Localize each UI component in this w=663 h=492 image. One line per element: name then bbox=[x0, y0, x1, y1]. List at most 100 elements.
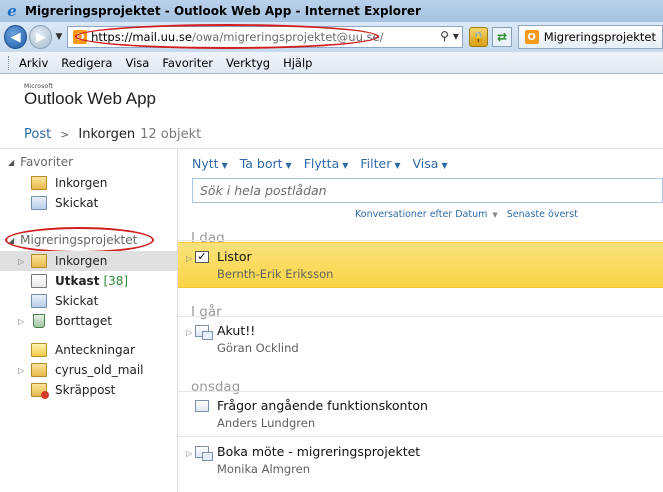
tab-label: Migreringsprojektet bbox=[543, 30, 656, 44]
sent-folder-icon bbox=[31, 294, 47, 308]
window-title: Migreringsprojektet - Outlook Web App - … bbox=[25, 4, 421, 18]
chevron-down-icon[interactable]: ▼ bbox=[492, 211, 497, 219]
mail-toolbar: Nytt ▼ Ta bort ▼ Flytta ▼ Filter ▼ Visa ▼ bbox=[192, 154, 460, 172]
message-sender: Bernth-Erik Eriksson bbox=[217, 267, 334, 281]
browser-window: e Migreringsprojektet - Outlook Web App … bbox=[0, 0, 663, 492]
inbox-folder-icon bbox=[31, 176, 47, 190]
folder-deleted[interactable]: ▷ Borttaget bbox=[0, 311, 177, 331]
folder-drafts[interactable]: Utkast [38] bbox=[0, 271, 177, 291]
browser-tab[interactable]: O Migreringsprojektet bbox=[517, 25, 663, 49]
url-host: https://mail.uu.se bbox=[91, 30, 192, 44]
chevron-down-icon: ▼ bbox=[285, 160, 292, 170]
title-bar: e Migreringsprojektet - Outlook Web App … bbox=[0, 0, 663, 22]
search-icon[interactable]: ⚲ bbox=[440, 29, 449, 43]
lock-icon[interactable]: 🔒 bbox=[468, 27, 489, 47]
favorites-header[interactable]: ◢ Favoriter bbox=[8, 155, 73, 169]
chevron-down-icon: ▼ bbox=[441, 160, 448, 170]
menu-visa[interactable]: Visa bbox=[125, 56, 149, 70]
folder-label: Inkorgen bbox=[55, 254, 108, 268]
trash-icon bbox=[33, 314, 45, 328]
mailbox-title: Migreringsprojektet bbox=[20, 233, 138, 247]
expand-icon[interactable]: ▷ bbox=[18, 317, 24, 326]
expand-icon[interactable]: ▷ bbox=[186, 449, 192, 458]
folder-label: Anteckningar bbox=[55, 343, 135, 357]
envelope-icon bbox=[195, 400, 209, 412]
message-row[interactable]: ▷ Akut!! Göran Ocklind bbox=[178, 317, 663, 363]
sort-order-link[interactable]: Senaste överst bbox=[507, 209, 578, 220]
mailbox-header[interactable]: ◢ Migreringsprojektet bbox=[8, 233, 137, 247]
delete-button[interactable]: Ta bort ▼ bbox=[240, 156, 292, 171]
view-button[interactable]: Visa ▼ bbox=[413, 156, 448, 171]
message-row[interactable]: Frågor angående funktionskonton Anders L… bbox=[178, 392, 663, 438]
forward-button[interactable]: ▶ bbox=[29, 25, 53, 49]
site-favicon-icon: O bbox=[73, 30, 88, 44]
chevron-down-icon[interactable]: ▾ bbox=[453, 29, 459, 43]
sort-bar: Konversationer efter Datum ▼ Senaste öve… bbox=[355, 209, 578, 220]
new-button[interactable]: Nytt ▼ bbox=[192, 156, 228, 171]
message-subject: Boka möte - migreringsprojektet bbox=[217, 444, 421, 459]
folder-sent[interactable]: Skickat bbox=[0, 291, 177, 311]
message-sender: Göran Ocklind bbox=[217, 341, 299, 355]
unread-count: [38] bbox=[103, 274, 129, 288]
url-path: /owa/migreringsprojektet@uu.se/ bbox=[191, 30, 384, 44]
folder-junk[interactable]: Skräppost bbox=[0, 380, 177, 400]
expand-icon[interactable]: ▷ bbox=[18, 257, 24, 266]
menu-hjalp[interactable]: Hjälp bbox=[283, 56, 312, 70]
chevron-down-icon: ▼ bbox=[221, 160, 228, 170]
checkbox-icon[interactable]: ✓ bbox=[195, 251, 209, 263]
owa-header: Microsoft Outlook Web App bbox=[0, 74, 663, 120]
search-input[interactable]: Sök i hela postlådan bbox=[192, 178, 663, 203]
group-divider bbox=[178, 240, 663, 241]
folder-label: Borttaget bbox=[55, 314, 112, 328]
refresh-button[interactable]: ⇄ bbox=[492, 27, 512, 47]
drafts-folder-icon bbox=[31, 274, 47, 288]
collapse-icon[interactable]: ◢ bbox=[8, 236, 14, 245]
address-row: ◀ ▶ ▼ O https://mail.uu.se/owa/migrering… bbox=[0, 22, 663, 52]
folder-cyrus-old-mail[interactable]: ▷ cyrus_old_mail bbox=[0, 360, 177, 380]
menu-redigera[interactable]: Redigera bbox=[61, 56, 112, 70]
message-row[interactable]: ▷ Boka möte - migreringsprojektet Monika… bbox=[178, 438, 663, 484]
menu-arkiv[interactable]: Arkiv bbox=[19, 56, 48, 70]
internet-explorer-icon: e bbox=[7, 2, 17, 20]
menu-verktyg[interactable]: Verktyg bbox=[226, 56, 270, 70]
message-subject: Frågor angående funktionskonton bbox=[217, 398, 428, 413]
url-text[interactable]: https://mail.uu.se/owa/migreringsprojekt… bbox=[91, 30, 383, 44]
message-sender: Anders Lundgren bbox=[217, 416, 316, 430]
back-button[interactable]: ◀ bbox=[4, 25, 28, 49]
inbox-folder-icon bbox=[31, 254, 47, 268]
junk-folder-icon bbox=[31, 383, 49, 399]
sort-by-link[interactable]: Konversationer efter Datum bbox=[355, 209, 487, 220]
sent-folder-icon bbox=[31, 196, 47, 210]
notes-folder-icon bbox=[31, 343, 47, 357]
delete-label: Ta bort bbox=[239, 155, 283, 171]
folder-pane: ◢ Favoriter Inkorgen Skickat ◢ Migrering… bbox=[0, 149, 178, 492]
menu-bar: Arkiv Redigera Visa Favoriter Verktyg Hj… bbox=[0, 52, 663, 74]
expand-icon[interactable]: ▷ bbox=[186, 254, 192, 263]
message-row[interactable]: ▷ ✓ Listor Bernth-Erik Eriksson bbox=[178, 242, 663, 288]
folder-inbox[interactable]: ▷ Inkorgen bbox=[0, 251, 177, 271]
expand-icon[interactable]: ▷ bbox=[186, 328, 192, 337]
tab-favicon-icon: O bbox=[524, 30, 539, 44]
address-bar[interactable]: O https://mail.uu.se/owa/migreringsproje… bbox=[67, 26, 463, 48]
new-label: Nytt bbox=[192, 155, 219, 171]
filter-button[interactable]: Filter ▼ bbox=[360, 156, 400, 171]
conversation-icon bbox=[195, 446, 213, 461]
menu-grip bbox=[8, 55, 11, 70]
folder-label: Skickat bbox=[55, 294, 99, 308]
folder-notes[interactable]: Anteckningar bbox=[0, 340, 177, 360]
expand-icon[interactable]: ▷ bbox=[18, 366, 24, 375]
menu-favoriter[interactable]: Favoriter bbox=[162, 56, 213, 70]
message-sender: Monika Almgren bbox=[217, 462, 311, 476]
collapse-icon[interactable]: ◢ bbox=[8, 158, 14, 167]
history-dropdown-icon[interactable]: ▼ bbox=[55, 32, 65, 42]
folder-label: Utkast bbox=[55, 274, 100, 288]
filter-label: Filter bbox=[360, 155, 392, 171]
owa-logo: Microsoft Outlook Web App bbox=[24, 83, 156, 109]
folder-label: Skräppost bbox=[55, 383, 116, 397]
row-divider bbox=[178, 436, 663, 437]
favorites-item-sent[interactable]: Skickat bbox=[0, 193, 177, 213]
message-subject: Listor bbox=[217, 249, 252, 264]
favorites-item-inbox[interactable]: Inkorgen bbox=[0, 173, 177, 193]
move-button[interactable]: Flytta ▼ bbox=[304, 156, 349, 171]
breadcrumb-post-link[interactable]: Post bbox=[24, 127, 51, 142]
